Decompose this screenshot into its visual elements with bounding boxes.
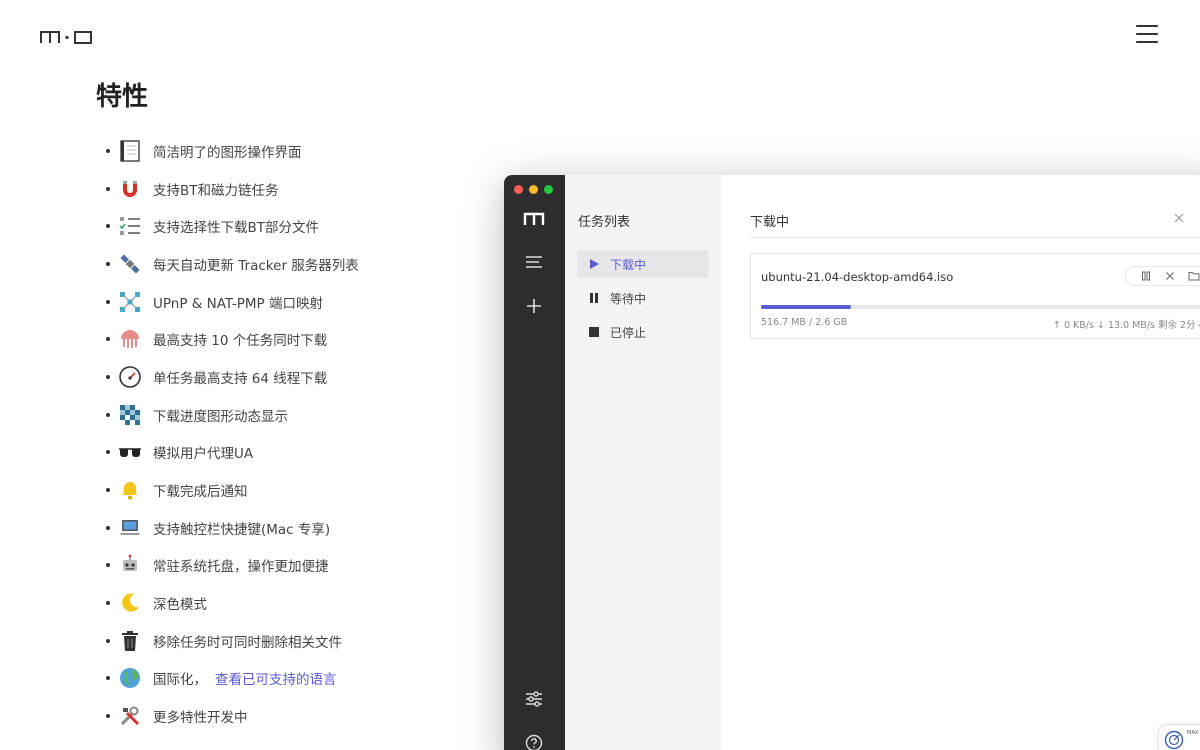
pixel-grid-icon <box>118 403 142 427</box>
jellyfish-icon <box>118 327 142 351</box>
close-icon[interactable] <box>1173 212 1185 224</box>
main-title: 下载中 <box>750 215 790 230</box>
speedometer-icon <box>118 365 142 389</box>
feature-item: 国际化， 查看已可支持的语言 <box>106 660 359 698</box>
nav-item-stopped[interactable]: 已停止 <box>577 318 709 346</box>
feature-item: 更多特性开发中 <box>106 697 359 735</box>
task-actions <box>1125 266 1200 286</box>
supported-languages-link[interactable]: 查看已可支持的语言 <box>215 668 337 688</box>
feature-text: 国际化， <box>153 672 207 689</box>
task-item[interactable]: ubuntu-21.04-desktop-amd64.iso 516.7 MB … <box>750 253 1200 339</box>
feature-item: 每天自动更新 Tracker 服务器列表 <box>106 245 359 283</box>
feature-item: 模拟用户代理UA <box>106 434 359 472</box>
feature-item: 常驻系统托盘，操作更加便捷 <box>106 547 359 585</box>
badge-text: MAX <box>1187 730 1199 736</box>
progress-fill <box>761 305 851 309</box>
feature-item: 简洁明了的图形操作界面 <box>106 132 359 170</box>
feature-text: 下载进度图形动态显示 <box>153 408 288 425</box>
divider <box>750 237 1200 238</box>
feature-text: 每天自动更新 Tracker 服务器列表 <box>153 257 359 274</box>
checklist-icon <box>118 214 142 238</box>
feature-item: 下载完成后通知 <box>106 471 359 509</box>
bell-icon <box>118 478 142 502</box>
feature-text: 常驻系统托盘，操作更加便捷 <box>153 559 329 576</box>
feature-text: 支持选择性下载BT部分文件 <box>153 220 320 237</box>
task-list-icon[interactable] <box>522 250 546 274</box>
feature-item: 深色模式 <box>106 584 359 622</box>
add-task-icon[interactable] <box>522 294 546 318</box>
minimize-window-button[interactable] <box>529 185 538 194</box>
app-logo-icon <box>522 207 546 231</box>
satellite-icon <box>118 252 142 276</box>
app-sidebar <box>504 175 565 750</box>
maximize-window-button[interactable] <box>544 185 553 194</box>
pause-icon <box>589 293 599 303</box>
feature-text: 下载完成后通知 <box>153 484 248 501</box>
hamburger-menu-button[interactable] <box>1134 24 1160 44</box>
laptop-icon <box>118 516 142 540</box>
main-panel: 下载中 ubuntu-21.04-desktop-amd64.iso 516.7… <box>721 175 1200 750</box>
play-icon <box>589 259 599 269</box>
task-size: 516.7 MB / 2.6 GB <box>761 317 848 328</box>
task-name: ubuntu-21.04-desktop-amd64.iso <box>761 270 954 284</box>
feature-item: 支持选择性下载BT部分文件 <box>106 207 359 245</box>
help-icon[interactable] <box>522 731 546 750</box>
network-icon <box>118 290 142 314</box>
globe-icon <box>118 666 142 690</box>
robot-icon <box>118 553 142 577</box>
corner-badge[interactable]: MAX <box>1158 724 1200 750</box>
sunglasses-icon <box>118 440 142 464</box>
task-speed: ↑ 0 KB/s ↓ 13.0 MB/s 剩余 2分 47 <box>1053 320 1200 331</box>
task-list-title: 任务列表 <box>578 215 631 230</box>
progress-bar <box>761 305 1200 309</box>
features-title: 特性 <box>96 82 149 112</box>
feature-item: 下载进度图形动态显示 <box>106 396 359 434</box>
feature-item: 支持触控栏快捷键(Mac 专享) <box>106 509 359 547</box>
feature-item: 最高支持 10 个任务同时下载 <box>106 320 359 358</box>
feature-text: 简洁明了的图形操作界面 <box>153 144 302 161</box>
folder-icon[interactable] <box>1188 270 1200 282</box>
feature-item: 支持BT和磁力链任务 <box>106 170 359 208</box>
trash-icon <box>118 629 142 653</box>
feature-text: 模拟用户代理UA <box>153 446 254 463</box>
motrix-logo[interactable] <box>40 30 94 44</box>
app-window: 任务列表 下载中 等待中 已停止 下载中 ubuntu-21.04-deskto… <box>504 175 1200 750</box>
feature-text: UPnP & NAT-PMP 端口映射 <box>153 295 323 312</box>
notebook-icon <box>118 139 142 163</box>
nav-item-label: 等待中 <box>610 291 647 306</box>
stop-icon <box>589 327 599 337</box>
tools-icon <box>118 704 142 728</box>
nav-item-waiting[interactable]: 等待中 <box>577 284 709 312</box>
delete-task-icon[interactable] <box>1164 270 1176 282</box>
task-list-panel: 任务列表 下载中 等待中 已停止 <box>565 175 721 750</box>
nav-item-downloading[interactable]: 下载中 <box>577 250 709 278</box>
close-window-button[interactable] <box>514 185 523 194</box>
badge-icon <box>1164 730 1184 750</box>
crescent-moon-icon <box>118 591 142 615</box>
feature-text: 支持触控栏快捷键(Mac 专享) <box>153 521 331 538</box>
feature-text: 深色模式 <box>153 597 207 614</box>
feature-text: 支持BT和磁力链任务 <box>153 182 279 199</box>
window-controls <box>514 185 553 194</box>
pause-task-icon[interactable] <box>1140 270 1152 282</box>
magnet-icon <box>118 177 142 201</box>
feature-text: 更多特性开发中 <box>153 710 248 727</box>
feature-item: 单任务最高支持 64 线程下载 <box>106 358 359 396</box>
feature-list: 简洁明了的图形操作界面 支持BT和磁力链任务 支持选择性下载BT部分文件 每天自… <box>106 132 359 735</box>
feature-text: 移除任务时可同时删除相关文件 <box>153 634 342 651</box>
feature-text: 最高支持 10 个任务同时下载 <box>153 333 328 350</box>
preferences-icon[interactable] <box>522 687 546 711</box>
nav-item-label: 下载中 <box>610 257 647 272</box>
feature-item: 移除任务时可同时删除相关文件 <box>106 622 359 660</box>
nav-item-label: 已停止 <box>610 325 647 340</box>
feature-item: UPnP & NAT-PMP 端口映射 <box>106 283 359 321</box>
feature-text: 单任务最高支持 64 线程下载 <box>153 370 328 387</box>
